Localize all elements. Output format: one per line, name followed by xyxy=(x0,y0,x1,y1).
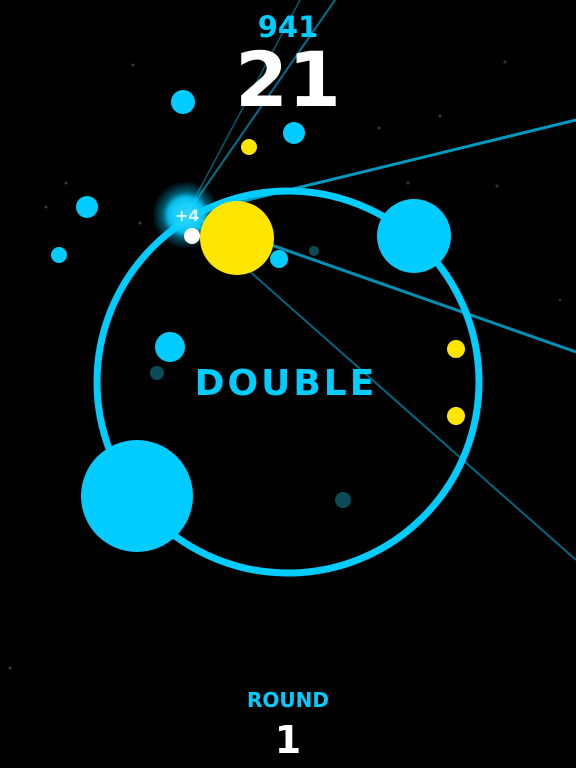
bonus-mode-label: DOUBLE xyxy=(194,363,378,404)
yellow-orb xyxy=(200,201,274,275)
star xyxy=(558,298,562,302)
star xyxy=(406,181,410,185)
player-core xyxy=(184,228,200,244)
dark-orb xyxy=(309,246,319,256)
cyan-orb xyxy=(51,247,67,263)
yellow-orb xyxy=(447,407,465,425)
cyan-orb xyxy=(76,196,98,218)
star xyxy=(495,184,499,188)
yellow-orb xyxy=(241,139,257,155)
star xyxy=(44,205,48,209)
cyan-orb xyxy=(377,199,451,273)
current-score: 21 xyxy=(235,35,341,124)
star xyxy=(64,181,68,185)
round-label: ROUND xyxy=(247,688,329,712)
dark-orb xyxy=(335,492,351,508)
star xyxy=(8,666,12,670)
score-popup: +4 xyxy=(175,206,200,225)
cyan-orb xyxy=(81,440,193,552)
beam xyxy=(185,118,576,217)
cyan-orb xyxy=(270,250,288,268)
game-screen[interactable]: +4 DOUBLE 941 21 ROUND 1 xyxy=(0,0,576,768)
star xyxy=(138,221,142,225)
cyan-orb xyxy=(283,122,305,144)
yellow-orb xyxy=(447,340,465,358)
star xyxy=(377,126,381,130)
round-number: 1 xyxy=(274,718,302,762)
cyan-orb xyxy=(155,332,185,362)
dark-orb xyxy=(150,366,164,380)
